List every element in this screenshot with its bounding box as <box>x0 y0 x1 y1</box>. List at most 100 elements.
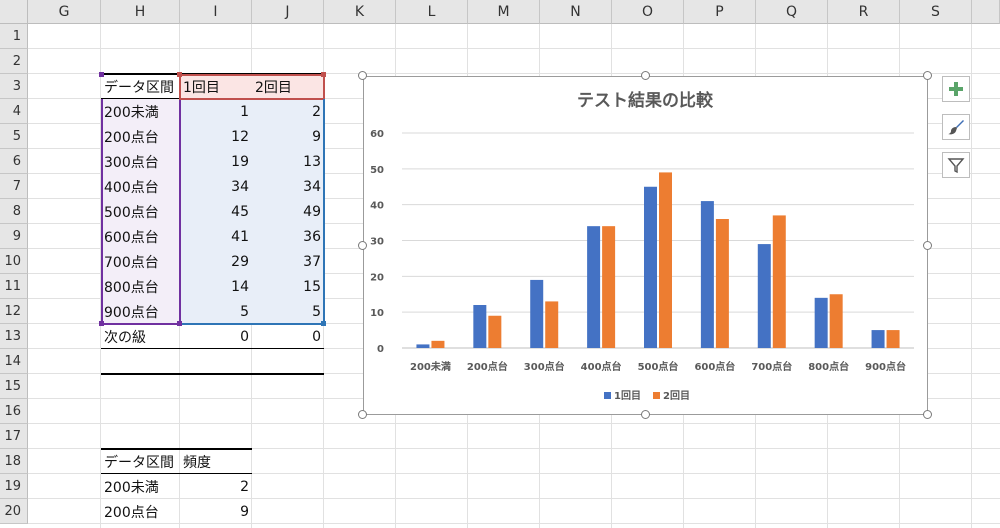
bar-2-4[interactable] <box>659 172 672 348</box>
chart[interactable]: テスト結果の比較 0 10 20 30 40 50 60 200未満 200点台 300点台 40… <box>363 76 928 415</box>
row-header-13[interactable]: 13 <box>0 324 28 349</box>
table1-row-label[interactable]: 500点台 <box>101 199 180 224</box>
column-header-partial[interactable] <box>972 0 1000 24</box>
row-header-9[interactable]: 9 <box>0 224 28 249</box>
column-header-g[interactable]: G <box>28 0 101 24</box>
table1-row-label[interactable]: 200点台 <box>101 124 180 149</box>
table1-row-label[interactable]: 300点台 <box>101 149 180 174</box>
column-header-j[interactable]: J <box>252 0 324 24</box>
bar-1-3[interactable] <box>587 226 601 348</box>
bar-2-3[interactable] <box>602 226 616 348</box>
table1-row-label[interactable]: 900点台 <box>101 299 180 324</box>
row-header-4[interactable]: 4 <box>0 99 28 124</box>
table1-row-value1[interactable]: 34 <box>180 174 252 199</box>
table2-header-label[interactable]: データ区間 <box>101 449 180 474</box>
resize-handle-3[interactable] <box>358 240 367 250</box>
select-all-corner[interactable] <box>0 0 28 24</box>
column-header-n[interactable]: N <box>540 0 612 24</box>
resize-handle-4[interactable] <box>923 240 932 250</box>
table2-row-label[interactable]: 200未満 <box>101 474 180 499</box>
bar-2-8[interactable] <box>886 330 900 348</box>
bar-1-5[interactable] <box>700 201 714 348</box>
row-header-2[interactable]: 2 <box>0 49 28 74</box>
row-header-17[interactable]: 17 <box>0 424 28 449</box>
column-header-l[interactable]: L <box>396 0 468 24</box>
bar-2-2[interactable] <box>545 301 559 348</box>
table2-row-value[interactable]: 9 <box>180 499 252 524</box>
table1-row-value1[interactable]: 5 <box>180 299 252 324</box>
bar-2-6[interactable] <box>772 215 786 348</box>
row-header-19[interactable]: 19 <box>0 474 28 499</box>
row-header-10[interactable]: 10 <box>0 249 28 274</box>
column-header-h[interactable]: H <box>101 0 180 24</box>
table1-row-value1[interactable]: 12 <box>180 124 252 149</box>
table1-row-value2[interactable]: 2 <box>252 99 324 124</box>
column-header-k[interactable]: K <box>324 0 396 24</box>
table1-header-label[interactable]: データ区間 <box>101 74 180 99</box>
table1-row-value2[interactable]: 49 <box>252 199 324 224</box>
table1-row-value1[interactable]: 45 <box>180 199 252 224</box>
row-header-6[interactable]: 6 <box>0 149 28 174</box>
table1-row-value1[interactable]: 1 <box>180 99 252 124</box>
table1-row-label[interactable]: 次の級 <box>101 324 180 349</box>
table1-row-value2[interactable]: 34 <box>252 174 324 199</box>
resize-handle-5[interactable] <box>358 410 367 419</box>
bar-1-8[interactable] <box>871 330 885 348</box>
table1-header-series1[interactable]: 1回目 <box>180 74 252 99</box>
bar-1-4[interactable] <box>644 186 657 348</box>
table1-header-series2[interactable]: 2回目 <box>252 74 324 99</box>
row-header-1[interactable]: 1 <box>0 24 28 49</box>
column-header-s[interactable]: S <box>900 0 972 24</box>
column-header-r[interactable]: R <box>828 0 900 24</box>
row-header-15[interactable]: 15 <box>0 374 28 399</box>
table1-row-label[interactable]: 800点台 <box>101 274 180 299</box>
table1-row-value2[interactable]: 5 <box>252 299 324 324</box>
table2-row-value[interactable]: 2 <box>180 474 252 499</box>
bar-2-0[interactable] <box>431 340 445 348</box>
bar-2-1[interactable] <box>488 315 502 348</box>
column-header-p[interactable]: P <box>684 0 756 24</box>
bar-2-5[interactable] <box>715 219 729 348</box>
chart-elements-button[interactable] <box>942 76 970 102</box>
resize-handle-0[interactable] <box>358 71 367 80</box>
chart-filters-button[interactable] <box>942 152 970 178</box>
table1-row-value1[interactable]: 0 <box>180 324 252 349</box>
table1-row-value2[interactable]: 15 <box>252 274 324 299</box>
column-header-o[interactable]: O <box>612 0 684 24</box>
row-header-5[interactable]: 5 <box>0 124 28 149</box>
table1-row-value1[interactable]: 19 <box>180 149 252 174</box>
bar-1-0[interactable] <box>416 344 430 348</box>
bar-2-7[interactable] <box>829 294 843 348</box>
resize-handle-7[interactable] <box>923 410 932 419</box>
legend[interactable]: 1回目 2回目 <box>604 390 690 402</box>
bar-1-2[interactable] <box>530 279 544 348</box>
row-header-12[interactable]: 12 <box>0 299 28 324</box>
table1-row-value2[interactable]: 9 <box>252 124 324 149</box>
table2-row-label[interactable]: 200点台 <box>101 499 180 524</box>
row-header-7[interactable]: 7 <box>0 174 28 199</box>
chart-styles-button[interactable] <box>942 114 970 140</box>
row-header-14[interactable]: 14 <box>0 349 28 374</box>
table1-row-value2[interactable]: 0 <box>252 324 324 349</box>
resize-handle-2[interactable] <box>923 71 932 80</box>
row-header-3[interactable]: 3 <box>0 74 28 99</box>
table1-row-label[interactable]: 600点台 <box>101 224 180 249</box>
table1-row-value1[interactable]: 14 <box>180 274 252 299</box>
bar-1-1[interactable] <box>473 305 487 348</box>
table1-row-label[interactable]: 400点台 <box>101 174 180 199</box>
bar-1-7[interactable] <box>814 297 828 348</box>
table1-row-value2[interactable]: 36 <box>252 224 324 249</box>
row-header-16[interactable]: 16 <box>0 399 28 424</box>
table1-row-value2[interactable]: 37 <box>252 249 324 274</box>
row-header-8[interactable]: 8 <box>0 199 28 224</box>
row-header-18[interactable]: 18 <box>0 449 28 474</box>
table1-row-value2[interactable]: 13 <box>252 149 324 174</box>
table1-row-value1[interactable]: 29 <box>180 249 252 274</box>
column-header-i[interactable]: I <box>180 0 252 24</box>
table2-header-frequency[interactable]: 頻度 <box>180 449 252 474</box>
column-header-q[interactable]: Q <box>756 0 828 24</box>
table1-row-label[interactable]: 200未満 <box>101 99 180 124</box>
bar-1-6[interactable] <box>757 244 771 348</box>
resize-handle-6[interactable] <box>640 410 650 419</box>
column-header-m[interactable]: M <box>468 0 540 24</box>
